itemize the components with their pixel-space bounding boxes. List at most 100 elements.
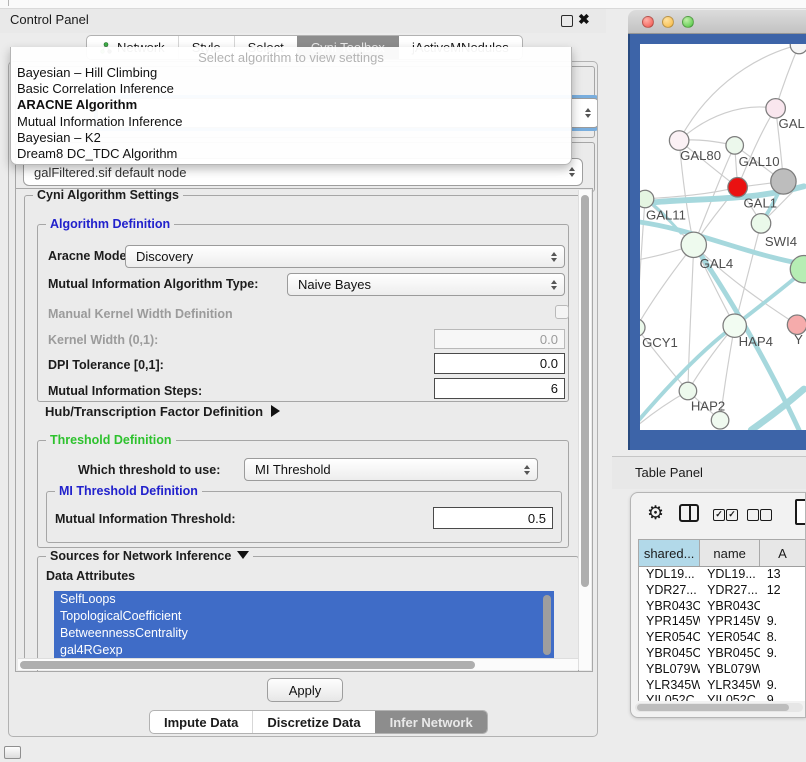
select-all-icon[interactable]: ✓ <box>713 509 725 521</box>
table-row[interactable]: YLR345WYLR345W9. <box>639 678 806 694</box>
bottom-tab-impute-data[interactable]: Impute Data <box>150 711 252 733</box>
attribute-item-topologicalcoefficient[interactable]: TopologicalCoefficient <box>54 608 554 625</box>
table-panel-title: Table Panel <box>635 465 703 480</box>
mi-steps-value: 6 <box>551 381 558 396</box>
bottom-tab-infer-network[interactable]: Infer Network <box>375 711 487 733</box>
scrollbar-thumb[interactable] <box>637 704 789 711</box>
table-row[interactable]: YDL19...YDL19...13 <box>639 567 806 583</box>
mi-threshold-definition-group: MI Threshold Definition Mutual Informati… <box>46 491 562 543</box>
mi-steps-input[interactable]: 6 <box>434 378 565 399</box>
table-panel: ⚙ ✓ ✓ shared...nameA YDL19...YDL19...13Y… <box>630 492 806 718</box>
deselect-all-icon[interactable] <box>747 509 759 521</box>
network-node-swi4[interactable] <box>751 214 770 233</box>
attribute-item-gal4rgexp[interactable]: gal4RGexp <box>54 642 554 659</box>
mutual-information-threshold-input[interactable]: 0.5 <box>433 507 553 529</box>
table-cell: YBL079W <box>639 662 700 678</box>
table-cell: YDR27... <box>700 583 760 599</box>
table-row[interactable]: YER054CYER054C8. <box>639 630 806 646</box>
network-node-gal1[interactable] <box>728 178 747 197</box>
network-node[interactable] <box>790 44 806 54</box>
node-label: GAL11 <box>646 207 686 222</box>
attribute-item-betweennesscentrality[interactable]: BetweennessCentrality <box>54 625 554 642</box>
manual-kernel-checkbox[interactable] <box>555 305 569 319</box>
threshold-definition-title: Threshold Definition <box>46 433 176 448</box>
network-node-gal4[interactable] <box>681 232 706 257</box>
algorithm-option-bayesian-hill-climbing[interactable]: Bayesian – Hill Climbing <box>11 65 571 81</box>
table-row[interactable]: YBL079WYBL079W <box>639 662 806 678</box>
mac-minimize-button[interactable] <box>662 16 674 28</box>
algorithm-option-basic-correlation-inference[interactable]: Basic Correlation Inference <box>11 81 571 97</box>
scrollbar-thumb[interactable] <box>581 195 589 587</box>
column-header-name[interactable]: name <box>700 540 760 566</box>
table-row[interactable]: YIL052CYIL052C9 <box>639 693 806 701</box>
apply-button[interactable]: Apply <box>267 678 343 702</box>
combo-arrows-icon <box>524 465 530 475</box>
kernel-width-input[interactable]: 0.0 <box>434 329 565 349</box>
settings-horizontal-scrollbar[interactable] <box>18 658 578 670</box>
control-panel-title: Control Panel <box>10 12 89 27</box>
network-canvas[interactable]: GALGAL80GAL10GAL1GAL11SWI4GAL4GCY1HAP4YH… <box>640 44 806 430</box>
hub-section-toggle[interactable]: Hub/Transcription Factor Definition <box>45 404 280 419</box>
mi-algorithm-type-combo[interactable]: Naive Bayes <box>287 273 565 296</box>
table-row[interactable]: YBR045CYBR045C9. <box>639 646 806 662</box>
screen: Control Panel ✖ NetworkStyleSelectCyni T… <box>0 0 806 762</box>
algorithm-popup: Select algorithm to view settings Bayesi… <box>10 47 572 165</box>
select-all-icon[interactable]: ✓ <box>726 509 738 521</box>
sources-title[interactable]: Sources for Network Inference <box>46 549 253 564</box>
mac-zoom-button[interactable] <box>682 16 694 28</box>
dpi-tolerance-input[interactable]: 0.0 <box>434 353 565 374</box>
table-row[interactable]: YBR043CYBR043C <box>639 599 806 615</box>
table-cell: YIL052C <box>639 693 700 701</box>
network-graph: GALGAL80GAL10GAL1GAL11SWI4GAL4GCY1HAP4YH… <box>640 44 806 430</box>
network-node-gal11[interactable] <box>640 190 654 208</box>
network-window-titlebar[interactable] <box>628 10 806 34</box>
table-horizontal-scrollbar[interactable] <box>635 703 803 712</box>
aracne-mode-combo[interactable]: Discovery <box>125 245 565 268</box>
table-cell: YPR145W <box>639 614 700 630</box>
kernel-width-value: 0.0 <box>540 332 558 347</box>
table-row[interactable]: YPR145WYPR145W9. <box>639 614 806 630</box>
column-header-a[interactable]: A <box>760 540 806 566</box>
control-panel: Control Panel ✖ NetworkStyleSelectCyni T… <box>0 9 606 736</box>
scrollbar-thumb[interactable] <box>20 661 475 669</box>
column-header-shared[interactable]: shared... <box>639 540 700 566</box>
node-label: GAL80 <box>680 148 721 163</box>
network-node-hap2[interactable] <box>679 382 697 400</box>
data-attributes-list[interactable]: SelfLoopsTopologicalCoefficientBetweenne… <box>54 591 554 661</box>
table-cell: YBR045C <box>700 646 760 662</box>
table-header-row: shared...nameA <box>639 540 806 567</box>
algorithm-option-dream8-dc-tdc-algorithm[interactable]: Dream8 DC_TDC Algorithm <box>11 146 571 162</box>
table-cell: YBR043C <box>700 599 760 615</box>
combo-arrows-icon <box>569 167 575 177</box>
restore-panel-icon[interactable] <box>4 746 21 759</box>
network-node-gcy1[interactable] <box>640 319 645 337</box>
table-cell: 13 <box>760 567 806 583</box>
deselect-all-icon[interactable] <box>760 509 772 521</box>
settings-vertical-scrollbar[interactable] <box>578 190 591 670</box>
mac-close-button[interactable] <box>642 16 654 28</box>
node-label: GCY1 <box>642 335 678 350</box>
which-threshold-combo[interactable]: MI Threshold <box>244 458 538 481</box>
network-node-gal10[interactable] <box>726 137 744 155</box>
algorithm-option-mutual-information-inference[interactable]: Mutual Information Inference <box>11 114 571 130</box>
mi-algorithm-type-value: Naive Bayes <box>298 277 371 292</box>
top-strip-divider <box>8 0 9 6</box>
data-attributes-label: Data Attributes <box>46 569 135 583</box>
algorithm-option-aracne-algorithm[interactable]: ARACNE Algorithm <box>11 97 571 113</box>
bottom-tab-discretize-data[interactable]: Discretize Data <box>252 711 374 733</box>
attribute-item-selfloops[interactable]: SelfLoops <box>54 591 554 608</box>
float-window-icon[interactable] <box>561 15 573 27</box>
attributes-list-scrollbar[interactable] <box>543 595 551 655</box>
algorithm-option-bayesian-k2[interactable]: Bayesian – K2 <box>11 130 571 146</box>
table-row[interactable]: YDR27...YDR27...12 <box>639 583 806 599</box>
column-layout-icon[interactable] <box>679 504 699 522</box>
table-cell: YBR043C <box>639 599 700 615</box>
network-node[interactable] <box>771 169 796 194</box>
close-icon[interactable]: ✖ <box>578 11 590 28</box>
document-icon[interactable] <box>795 499 806 525</box>
table-cell <box>760 662 806 678</box>
gear-icon[interactable]: ⚙ <box>647 502 664 525</box>
table-cell: 9. <box>760 614 806 630</box>
network-node[interactable] <box>711 411 729 429</box>
node-label: HAP4 <box>739 334 773 349</box>
